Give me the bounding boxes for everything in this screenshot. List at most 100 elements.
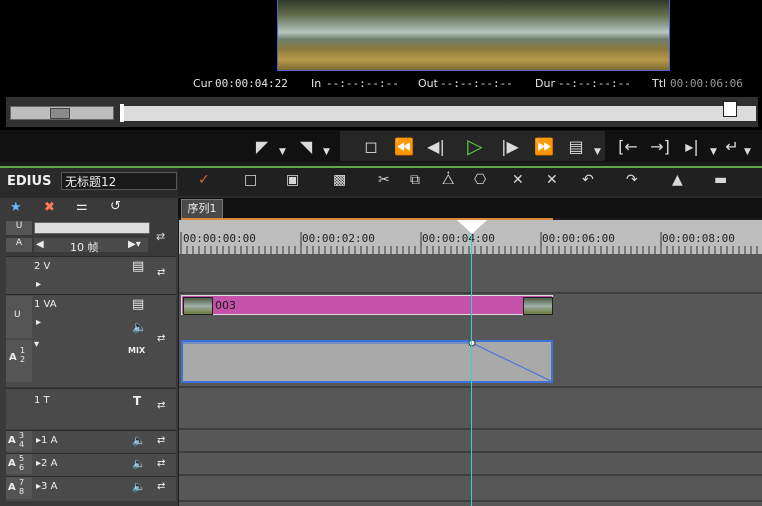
delete-icon[interactable]: ✕ (512, 172, 524, 188)
track-2a-speaker-icon[interactable]: 🔈 (132, 457, 146, 470)
cut-icon[interactable]: ✂ (378, 172, 390, 188)
track-header-2v[interactable] (6, 256, 176, 295)
zoom-left-arrow-icon[interactable]: ◀ (36, 239, 44, 250)
track-1t-title-icon[interactable]: T (133, 394, 141, 408)
zoom-right-arrow-icon[interactable]: ▶▾ (128, 239, 141, 250)
save-icon[interactable]: ▩ (333, 172, 346, 188)
track-3a-speaker-icon[interactable]: 🔈 (132, 480, 146, 493)
track-1t-swap-icon[interactable]: ⇄ (157, 400, 165, 411)
paste-insert-icon[interactable]: ⎔ (474, 172, 486, 188)
track-a34-patch[interactable]: A 34 (6, 431, 32, 451)
ripple-delete-icon[interactable]: ✕ (546, 172, 558, 188)
copy-icon[interactable]: ⧉ (410, 172, 420, 188)
set-out-icon[interactable]: ◥ (296, 134, 316, 158)
insert-dropdown-icon[interactable]: ▼ (710, 147, 717, 157)
playhead-marker[interactable] (457, 220, 487, 234)
go-to-in-icon[interactable]: [← (616, 134, 640, 158)
track-1va-swap-icon[interactable]: ⇄ (157, 333, 165, 344)
film-icon[interactable]: ▬ (714, 172, 727, 188)
track-2v-swap-icon[interactable]: ⇄ (157, 267, 165, 278)
zoom-dropdown[interactable]: ◀ 10 帧 ▶▾ (34, 238, 148, 254)
position-handle[interactable] (723, 101, 737, 117)
fast-forward-icon[interactable]: ⏩ (530, 134, 558, 158)
volume-rubberband[interactable] (181, 340, 553, 383)
track-a12-badge: A (9, 352, 17, 363)
dur-value: --:--:--:-- (558, 77, 631, 90)
track-a34-badge: A (8, 435, 16, 446)
loop-icon[interactable]: ▤ (566, 134, 586, 158)
expand-icon[interactable]: ⇄ (156, 230, 165, 243)
track-a56-badge: A (8, 458, 16, 469)
rewind-icon[interactable]: ⏪ (390, 134, 418, 158)
preview-frame (277, 0, 670, 71)
video-lock-icon[interactable]: U (6, 221, 32, 235)
loop-dropdown-icon[interactable]: ▼ (594, 147, 601, 157)
overwrite-icon[interactable]: ↵ (722, 134, 742, 158)
track-header-1t[interactable] (6, 388, 176, 429)
in-value: --:--:--:-- (326, 77, 399, 90)
track-1va-mixer-arrow-icon[interactable]: ▾ (34, 339, 39, 350)
sequence-tab-bar (178, 198, 762, 218)
track-1a-speaker-icon[interactable]: 🔈 (132, 434, 146, 447)
track-a34-digits: 34 (19, 431, 25, 449)
track-1va-expand-icon[interactable]: ▸ (36, 317, 41, 328)
track-1va-speaker-icon[interactable]: 🔈 (132, 320, 147, 334)
new-sequence-icon[interactable]: □ (244, 172, 257, 188)
set-out-dropdown-icon[interactable]: ▼ (323, 147, 330, 157)
paste-icon[interactable]: ⧊ (442, 172, 455, 188)
step-forward-icon[interactable]: |▶ (498, 134, 522, 158)
position-slider[interactable] (120, 106, 756, 121)
insert-icon[interactable]: ▸| (680, 134, 704, 158)
track-2v-visible-icon[interactable]: ▤ (132, 259, 144, 274)
track-1a-swap-icon[interactable]: ⇄ (157, 435, 165, 446)
cur-label: Cur (193, 77, 213, 90)
ruler-label-3: 00:00:06:00 (542, 232, 615, 245)
redo-icon[interactable]: ↷ (626, 172, 638, 188)
track-3a-label: ▸3 A (36, 481, 58, 492)
track-a78-patch[interactable]: A 78 (6, 477, 32, 499)
video-clip-name: 003 (215, 299, 236, 312)
track-a78-badge: A (8, 482, 16, 493)
shuttle-knob[interactable] (50, 108, 70, 119)
position-start-marker (120, 104, 124, 122)
undo-icon[interactable]: ↶ (582, 172, 594, 188)
project-name-field[interactable]: 无标题12 (61, 172, 177, 190)
open-icon[interactable]: ▣ (286, 172, 299, 188)
app-brand: EDIUS (7, 174, 52, 189)
track-2a-label: ▸2 A (36, 458, 58, 469)
audio-lock-icon[interactable]: A (6, 238, 32, 252)
track-1va-mix-label[interactable]: MIX (128, 346, 145, 355)
link-icon[interactable]: ✖ (44, 200, 55, 215)
track-a56-patch[interactable]: A 56 (6, 454, 32, 474)
in-label: In (311, 77, 322, 90)
mode-icon[interactable]: ✓ (198, 172, 210, 188)
overwrite-dropdown-icon[interactable]: ▼ (744, 147, 751, 157)
go-to-out-icon[interactable]: →] (648, 134, 672, 158)
set-in-icon[interactable]: ◤ (252, 134, 272, 158)
track-a12-patch[interactable]: A 12 (6, 340, 32, 382)
track-1va-patch[interactable]: U (6, 296, 32, 338)
track-a12-digits: 12 (20, 346, 26, 364)
marker-icon[interactable]: ▲ (672, 172, 683, 188)
set-in-dropdown-icon[interactable]: ▼ (279, 147, 286, 157)
playhead-line[interactable] (471, 222, 472, 506)
dur-label: Dur (535, 77, 555, 90)
play-icon[interactable]: ▷ (462, 134, 488, 158)
zoom-value: 10 帧 (70, 241, 99, 254)
stop-icon[interactable]: ◻ (360, 134, 382, 158)
sync-icon[interactable]: ★ (10, 200, 22, 215)
ripple-icon[interactable]: ↺ (110, 199, 121, 214)
out-value: --:--:--:-- (440, 77, 513, 90)
group-icon[interactable]: ⚌ (76, 199, 88, 214)
track-3a-swap-icon[interactable]: ⇄ (157, 481, 165, 492)
track-1va-visible-icon[interactable]: ▤ (132, 297, 144, 312)
track-1t-label: 1 T (34, 395, 50, 406)
timeline-zoom-slider[interactable] (34, 222, 150, 234)
tab-sequence-1[interactable]: 序列1 (181, 199, 223, 219)
step-back-icon[interactable]: ◀| (424, 134, 448, 158)
video-clip[interactable]: 003 (181, 295, 553, 315)
track-2a-swap-icon[interactable]: ⇄ (157, 458, 165, 469)
track-2v-expand-icon[interactable]: ▸ (36, 279, 41, 290)
track-a56-digits: 56 (19, 454, 25, 472)
ttl-label: Ttl (652, 77, 667, 90)
